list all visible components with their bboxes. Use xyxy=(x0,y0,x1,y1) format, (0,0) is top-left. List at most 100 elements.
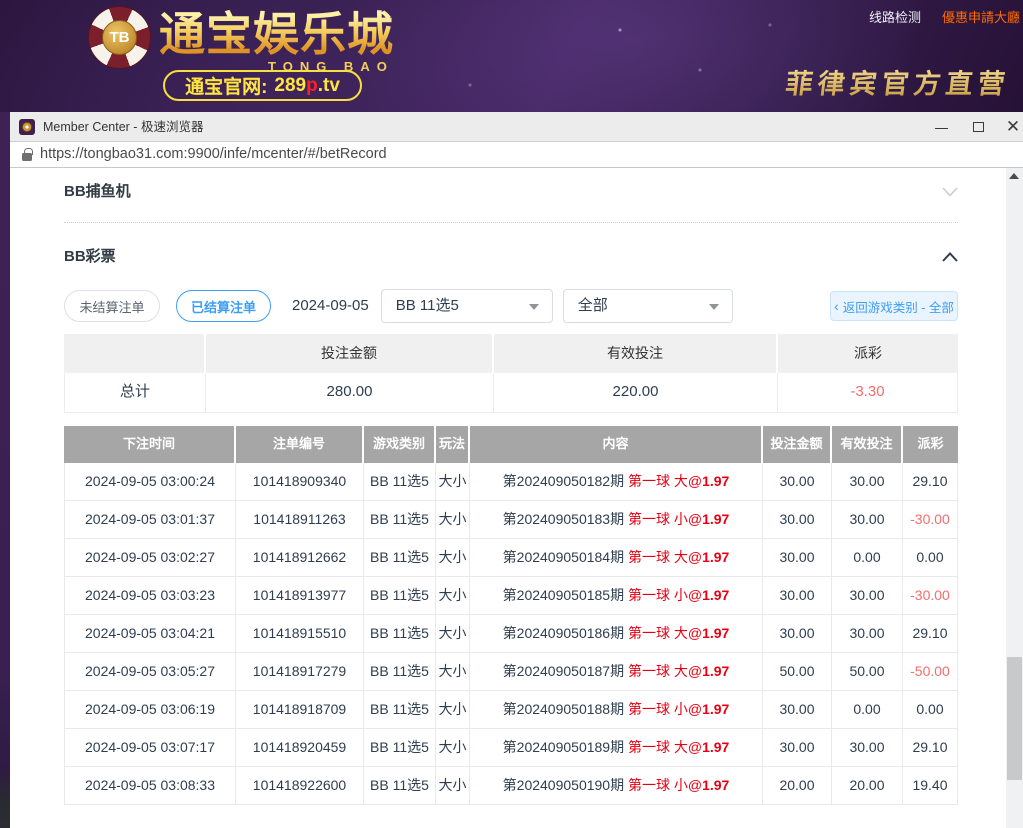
summary-header-payout: 派彩 xyxy=(778,334,958,373)
cell-game: BB 11选5 xyxy=(364,691,436,729)
official-domain: 289 xyxy=(274,75,306,97)
cell-time: 2024-09-05 03:02:27 xyxy=(64,539,236,577)
cell-play: 大小 xyxy=(436,691,470,729)
maximize-button[interactable] xyxy=(971,112,985,142)
cell-bet-no: 101418917279 xyxy=(236,653,364,691)
record-row: 2024-09-05 03:02:27101418912662BB 11选5大小… xyxy=(64,539,958,577)
cell-bet-no: 101418909340 xyxy=(236,463,364,501)
cell-bet: 30.00 xyxy=(763,577,832,615)
back-button-label: 返回游戏类别 - 全部 xyxy=(843,297,954,316)
chevron-up-icon[interactable] xyxy=(942,252,958,262)
cell-time: 2024-09-05 03:00:24 xyxy=(64,463,236,501)
scrollbar-thumb[interactable] xyxy=(1007,657,1022,780)
section-lottery-label: BB彩票 xyxy=(64,248,116,266)
summary-header-bet-amount: 投注金额 xyxy=(206,334,494,373)
record-row: 2024-09-05 03:05:27101418917279BB 11选5大小… xyxy=(64,653,958,691)
section-lottery[interactable]: BB彩票 xyxy=(64,248,958,266)
game-select[interactable]: BB 11选5 xyxy=(381,289,553,323)
summary-header-row: 投注金额 有效投注 派彩 xyxy=(64,334,958,373)
settled-tab[interactable]: 已结算注单 xyxy=(176,290,271,322)
cell-valid: 30.00 xyxy=(832,463,903,501)
official-domain-red: p xyxy=(306,75,318,97)
record-row: 2024-09-05 03:07:17101418920459BB 11选5大小… xyxy=(64,729,958,767)
cell-game: BB 11选5 xyxy=(364,615,436,653)
desktop-edge xyxy=(0,112,10,828)
records-header-valid: 有效投注 xyxy=(832,426,903,463)
cell-payout: -30.00 xyxy=(903,501,958,539)
scroll-up-arrow-icon[interactable] xyxy=(1009,173,1019,179)
unsettled-tab[interactable]: 未结算注单 xyxy=(64,290,160,322)
cell-time: 2024-09-05 03:08:33 xyxy=(64,767,236,805)
back-to-category-button[interactable]: ‹ 返回游戏类别 - 全部 xyxy=(830,291,958,321)
cell-play: 大小 xyxy=(436,653,470,691)
cell-play: 大小 xyxy=(436,463,470,501)
cell-content: 第202409050187期 第一球 大@1.97 xyxy=(470,653,763,691)
cell-content: 第202409050186期 第一球 大@1.97 xyxy=(470,615,763,653)
address-bar[interactable]: https://tongbao31.com:9900/infe/mcenter/… xyxy=(10,142,1023,168)
window-title: Member Center - 极速浏览器 xyxy=(43,119,203,135)
cell-game: BB 11选5 xyxy=(364,577,436,615)
cell-payout: 0.00 xyxy=(903,691,958,729)
cell-payout: 29.10 xyxy=(903,463,958,501)
vertical-scrollbar[interactable] xyxy=(1006,168,1023,828)
brand-chip-label: TB xyxy=(102,20,137,55)
official-domain-suffix: .tv xyxy=(318,75,340,97)
official-site-pill: 通宝官网: 289p.tv xyxy=(163,70,362,101)
cell-valid: 20.00 xyxy=(832,767,903,805)
summary-total-label: 总计 xyxy=(64,373,206,413)
cell-bet: 30.00 xyxy=(763,729,832,767)
official-slogan: 菲律宾官方直营 xyxy=(784,62,1013,101)
cell-bet-no: 101418912662 xyxy=(236,539,364,577)
summary-table: 投注金额 有效投注 派彩 总计 280.00 220.00 -3.30 xyxy=(64,334,958,413)
record-row: 2024-09-05 03:04:21101418915510BB 11选5大小… xyxy=(64,615,958,653)
official-site-prefix: 通宝官网: xyxy=(185,72,267,99)
summary-payout: -3.30 xyxy=(778,373,958,413)
cell-time: 2024-09-05 03:04:21 xyxy=(64,615,236,653)
records-header-time: 下注时间 xyxy=(64,426,236,463)
cell-bet-no: 101418922600 xyxy=(236,767,364,805)
records-table: 下注时间 注单编号 游戏类别 玩法 内容 投注金额 有效投注 派彩 2024-0… xyxy=(64,426,958,805)
section-fishing[interactable]: BB捕鱼机 xyxy=(64,183,958,201)
filter-row: 未结算注单 已结算注单 2024-09-05 BB 11选5 全部 ‹ 返回游戏… xyxy=(64,289,958,323)
cell-bet-no: 101418911263 xyxy=(236,501,364,539)
caret-down-icon xyxy=(709,304,719,310)
cell-game: BB 11选5 xyxy=(364,767,436,805)
browser-titlebar: Member Center - 极速浏览器 ✕ xyxy=(10,112,1023,142)
cell-bet-no: 101418913977 xyxy=(236,577,364,615)
close-button[interactable]: ✕ xyxy=(1005,112,1021,142)
cell-game: BB 11选5 xyxy=(364,539,436,577)
cell-bet: 20.00 xyxy=(763,767,832,805)
cell-bet: 30.00 xyxy=(763,615,832,653)
record-row: 2024-09-05 03:08:33101418922600BB 11选5大小… xyxy=(64,767,958,805)
cell-time: 2024-09-05 03:05:27 xyxy=(64,653,236,691)
record-row: 2024-09-05 03:01:37101418911263BB 11选5大小… xyxy=(64,501,958,539)
records-header-play: 玩法 xyxy=(436,426,470,463)
cell-bet: 30.00 xyxy=(763,501,832,539)
category-select[interactable]: 全部 xyxy=(563,289,733,323)
chevron-down-icon[interactable] xyxy=(942,187,958,197)
page-content: BB捕鱼机 BB彩票 未结算注单 已结算注单 2024-09-05 BB 11选… xyxy=(10,168,1006,828)
cell-game: BB 11选5 xyxy=(364,653,436,691)
cell-valid: 30.00 xyxy=(832,577,903,615)
cell-content: 第202409050183期 第一球 小@1.97 xyxy=(470,501,763,539)
promo-link[interactable]: 優惠申請大廳 xyxy=(942,7,1020,26)
summary-valid-bet: 220.00 xyxy=(494,373,778,413)
cell-play: 大小 xyxy=(436,729,470,767)
cell-valid: 30.00 xyxy=(832,501,903,539)
cell-valid: 30.00 xyxy=(832,729,903,767)
app-icon xyxy=(19,119,35,135)
cell-content: 第202409050184期 第一球 大@1.97 xyxy=(470,539,763,577)
cell-time: 2024-09-05 03:01:37 xyxy=(64,501,236,539)
minimize-button[interactable] xyxy=(934,112,948,142)
cell-content: 第202409050185期 第一球 小@1.97 xyxy=(470,577,763,615)
url-text[interactable]: https://tongbao31.com:9900/infe/mcenter/… xyxy=(40,146,387,163)
cell-payout: 19.40 xyxy=(903,767,958,805)
date-value[interactable]: 2024-09-05 xyxy=(292,297,369,315)
cell-game: BB 11选5 xyxy=(364,729,436,767)
cell-content: 第202409050190期 第一球 小@1.97 xyxy=(470,767,763,805)
record-row: 2024-09-05 03:03:23101418913977BB 11选5大小… xyxy=(64,577,958,615)
line-check-link[interactable]: 线路检测 xyxy=(869,7,921,26)
cell-play: 大小 xyxy=(436,539,470,577)
summary-bet-amount: 280.00 xyxy=(206,373,494,413)
caret-down-icon xyxy=(529,304,539,310)
